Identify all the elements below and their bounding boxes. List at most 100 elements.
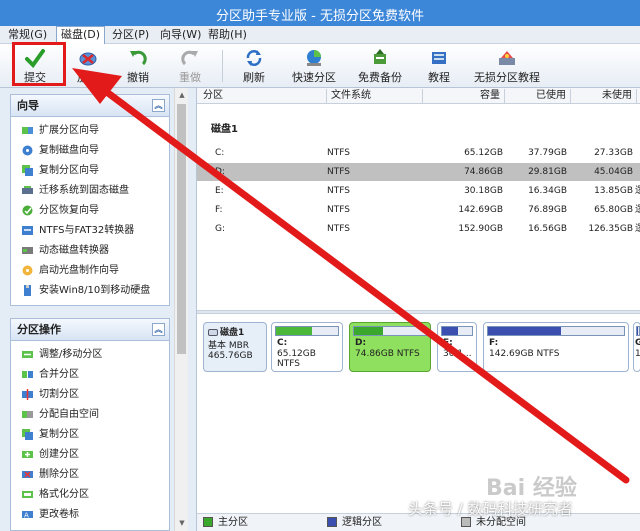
free-backup-label: 免费备份	[358, 71, 402, 84]
partition-tile-c[interactable]: C: 65.12GB NTFS	[271, 322, 343, 372]
disk-size: 465.76GB	[208, 351, 253, 361]
usage-bar-d	[354, 327, 383, 335]
lossless-tutorial-button[interactable]: 无损分区教程	[474, 46, 540, 86]
menu-wizard[interactable]: 向导(W)	[156, 27, 205, 43]
window-title: 分区助手专业版 - 无损分区免费软件	[216, 9, 424, 24]
tutorial-button[interactable]: 教程	[424, 46, 454, 86]
free-backup-button[interactable]: 免费备份	[356, 46, 404, 86]
copy-partition-icon	[21, 164, 34, 177]
partition-tile-f[interactable]: F: 142.69GB NTFS	[483, 322, 629, 372]
menu-help[interactable]: 帮助(H)	[204, 27, 251, 43]
disk-icon	[208, 329, 218, 336]
table-row[interactable]: E: NTFS 30.18GB 16.34GB 13.85GB 逻	[197, 182, 640, 200]
partition-ops-panel: 分区操作 ︽ 调整/移动分区 合并分区 切割分区 分配自由空间 复制分区 创建分…	[10, 318, 170, 531]
scroll-up-arrow-icon[interactable]: ▲	[177, 90, 187, 100]
delete-icon	[21, 468, 34, 481]
disk-name: 磁盘1	[220, 328, 245, 338]
undo-button[interactable]: 撤销	[120, 46, 156, 86]
wizard-item-boot-disc[interactable]: 启动光盘制作向导	[11, 261, 169, 281]
wizard-panel-header: 向导 ︽	[11, 95, 169, 117]
refresh-label: 刷新	[243, 71, 265, 84]
disk-group-label: 磁盘1	[211, 124, 238, 135]
book-icon	[432, 52, 446, 64]
tutorial-label: 教程	[428, 71, 450, 84]
wizard-item-extend[interactable]: 扩展分区向导	[11, 121, 169, 141]
op-allocate-free[interactable]: 分配自由空间	[11, 405, 169, 425]
partition-tile-g[interactable]: G 1	[633, 322, 640, 372]
usb-drive-icon	[21, 284, 34, 297]
op-delete[interactable]: 删除分区	[11, 465, 169, 485]
partition-tutorial-icon	[499, 51, 515, 65]
source-watermark: 头条号 / 数码科技研究者	[408, 500, 573, 518]
wizard-panel: 向导 ︽ 扩展分区向导 复制磁盘向导 复制分区向导 迁移系统到固态磁盘 分区恢复…	[10, 94, 170, 306]
undo-label: 撤销	[127, 71, 149, 84]
redo-button[interactable]: 重做	[172, 46, 208, 86]
op-create[interactable]: 创建分区	[11, 445, 169, 465]
discard-button[interactable]: 放弃	[70, 46, 106, 86]
col-filesystem[interactable]: 文件系统	[327, 89, 423, 103]
wizard-item-win-to-go[interactable]: 安装Win8/10到移动硬盘	[11, 281, 169, 301]
collapse-chevron-icon[interactable]: ︽	[152, 99, 165, 112]
wizard-item-copy-disk[interactable]: 复制磁盘向导	[11, 141, 169, 161]
resize-icon	[21, 348, 34, 361]
menu-partition[interactable]: 分区(P)	[108, 27, 153, 43]
col-used[interactable]: 已使用	[505, 89, 571, 103]
quick-partition-icon	[307, 50, 321, 66]
copy-icon	[21, 428, 34, 441]
extend-icon	[21, 124, 34, 137]
legend-logical: 逻辑分区	[327, 516, 382, 530]
left-pane: 向导 ︽ 扩展分区向导 复制磁盘向导 复制分区向导 迁移系统到固态磁盘 分区恢复…	[0, 88, 196, 531]
convert-icon	[21, 224, 34, 237]
redo-label: 重做	[179, 71, 201, 84]
wizard-item-migrate-ssd[interactable]: 迁移系统到固态磁盘	[11, 181, 169, 201]
scroll-down-arrow-icon[interactable]: ▼	[177, 518, 187, 528]
usage-bar-c	[276, 327, 312, 335]
collapse-chevron-icon[interactable]: ︽	[152, 323, 165, 336]
partition-ops-header: 分区操作 ︽	[11, 319, 169, 341]
wizard-item-recover[interactable]: 分区恢复向导	[11, 201, 169, 221]
disk-tile[interactable]: 磁盘1 基本 MBR 465.76GB	[203, 322, 267, 372]
copy-disk-icon	[21, 144, 34, 157]
recover-icon	[21, 204, 34, 217]
redo-icon	[181, 50, 198, 66]
label-icon: A	[21, 508, 34, 521]
table-row-selected[interactable]: D: NTFS 74.86GB 29.81GB 45.04GB	[197, 163, 640, 181]
op-resize-move[interactable]: 调整/移动分区	[11, 345, 169, 365]
partition-ops-title: 分区操作	[17, 323, 61, 336]
wizard-item-copy-partition[interactable]: 复制分区向导	[11, 161, 169, 181]
discard-label: 放弃	[77, 71, 99, 84]
undo-icon	[130, 50, 147, 66]
col-partition[interactable]: 分区	[199, 89, 327, 103]
partition-table-header: 分区 文件系统 容量 已使用 未使用 类	[197, 88, 640, 104]
wizard-item-dynamic[interactable]: 动态磁盘转换器	[11, 241, 169, 261]
svg-text:A: A	[24, 511, 29, 519]
title-bar: 分区助手专业版 - 无损分区免费软件	[0, 0, 640, 26]
table-row[interactable]: C: NTFS 65.12GB 37.79GB 27.33GB	[197, 144, 640, 162]
legend-primary: 主分区	[203, 516, 248, 530]
left-pane-scrollbar[interactable]: ▲ ▼	[174, 88, 188, 531]
format-icon	[21, 488, 34, 501]
col-free[interactable]: 未使用	[571, 89, 637, 103]
op-split[interactable]: 切割分区	[11, 385, 169, 405]
col-capacity[interactable]: 容量	[423, 89, 505, 103]
table-row[interactable]: F: NTFS 142.69GB 76.89GB 65.80GB 逻	[197, 201, 640, 219]
wizard-panel-title: 向导	[17, 99, 39, 112]
allocate-icon	[21, 408, 34, 421]
menu-bar: 常规(G) 磁盘(D) 分区(P) 向导(W) 帮助(H)	[0, 26, 640, 44]
disk-kind: 基本 MBR	[208, 341, 250, 351]
table-row[interactable]: G: NTFS 152.90GB 16.56GB 126.35GB 逻	[197, 220, 640, 238]
op-change-label[interactable]: A 更改卷标	[11, 505, 169, 525]
menu-general[interactable]: 常规(G)	[4, 27, 51, 43]
scrollbar-thumb[interactable]	[177, 104, 186, 354]
op-format[interactable]: 格式化分区	[11, 485, 169, 505]
wizard-item-ntfs-fat32[interactable]: NTFS与FAT32转换器	[11, 221, 169, 241]
op-merge[interactable]: 合并分区	[11, 365, 169, 385]
dynamic-disk-icon	[21, 244, 34, 257]
discard-icon	[79, 52, 97, 66]
refresh-button[interactable]: 刷新	[236, 46, 272, 86]
pane-splitter[interactable]	[197, 310, 640, 314]
partition-tile-e[interactable]: E: 30.1...	[437, 322, 477, 372]
quick-partition-button[interactable]: 快速分区	[290, 46, 338, 86]
op-copy-partition[interactable]: 复制分区	[11, 425, 169, 445]
partition-tile-d-selected[interactable]: D: 74.86GB NTFS	[349, 322, 431, 372]
